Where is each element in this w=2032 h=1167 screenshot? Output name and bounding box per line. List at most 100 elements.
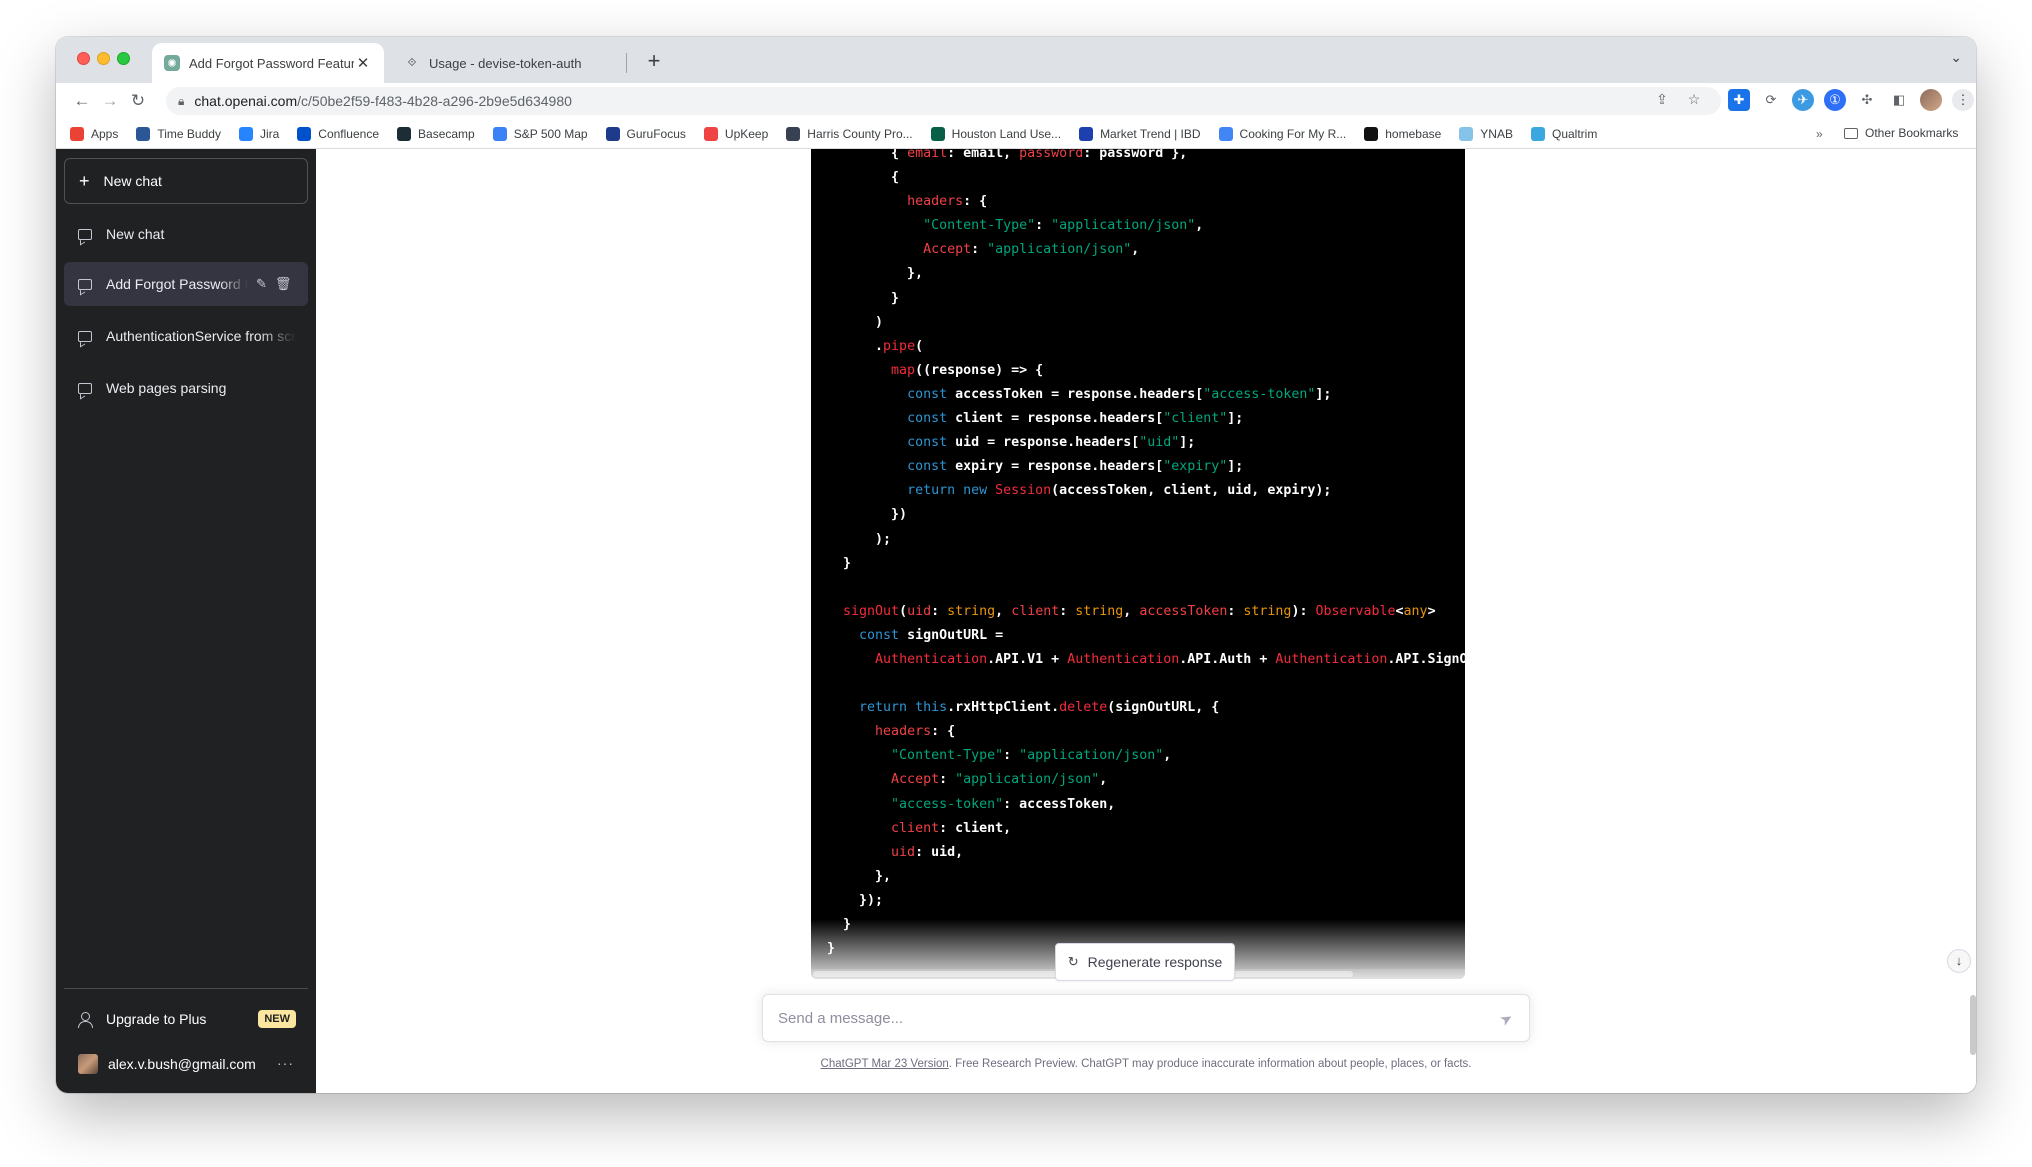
- code-token: "application/json": [955, 772, 1100, 788]
- code-token: expiry = response.headers[: [947, 459, 1164, 475]
- bookmark-item[interactable]: Jira: [238, 126, 279, 141]
- bookmark-item[interactable]: UpKeep: [703, 126, 769, 141]
- code-line: return this.rxHttpClient.delete(signOutU…: [827, 696, 1465, 720]
- tab-chatgpt[interactable]: ✺ Add Forgot Password Feature & ... ✕: [152, 43, 384, 83]
- code-block: { email: email, password: password }, { …: [811, 149, 1465, 979]
- bookmark-star-icon[interactable]: ☆: [1686, 91, 1702, 108]
- bookmarks-bar: Apps Time Buddy Jira Confluence Basecamp S&P …: [56, 119, 1976, 149]
- conversation-item-authentication-service[interactable]: AuthenticationService from scratch: [64, 314, 308, 358]
- code-token: :: [1059, 603, 1076, 619]
- code-token: (signOutURL, {: [1107, 700, 1220, 716]
- new-badge: NEW: [258, 1010, 296, 1028]
- code-token: (: [915, 338, 924, 354]
- bookmark-item[interactable]: Market Trend | IBD: [1079, 126, 1201, 141]
- code-content: { email: email, password: password }, { …: [827, 149, 1465, 961]
- back-arrow-icon[interactable]: ←: [70, 89, 94, 113]
- disclaimer-text: . Free Research Preview. ChatGPT may pro…: [948, 1058, 1472, 1070]
- page-scrollbar[interactable]: [1970, 995, 1976, 1055]
- tab-search-icon[interactable]: ⌄: [1950, 49, 1962, 66]
- code-line: Accept: "application/json",: [827, 768, 1465, 792]
- user-account-button[interactable]: alex.v.bush@gmail.com ···: [64, 1042, 308, 1086]
- code-token: const: [907, 435, 948, 451]
- code-token: ];: [1179, 435, 1196, 451]
- code-token: ,: [1123, 603, 1140, 619]
- code-token: {: [827, 149, 908, 161]
- ynab-icon: [1459, 126, 1474, 141]
- trash-icon[interactable]: 🗑︎: [275, 276, 292, 292]
- share-icon[interactable]: ⇪: [1654, 91, 1670, 108]
- zoom-window-button[interactable]: [117, 52, 130, 65]
- tab-devise[interactable]: ⟐ Usage - devise-token-auth: [392, 43, 622, 83]
- bookmark-item[interactable]: YNAB: [1459, 126, 1513, 141]
- extension-password-icon[interactable]: ①: [1824, 89, 1846, 111]
- forward-arrow-icon[interactable]: →: [98, 89, 122, 113]
- bookmark-item[interactable]: homebase: [1364, 126, 1441, 141]
- upgrade-label: Upgrade to Plus: [106, 1011, 207, 1027]
- code-token: : client,: [939, 820, 1012, 836]
- basecamp-icon: [397, 126, 412, 141]
- conversation-item-forgot-password[interactable]: Add Forgot Password Feature & ... ✎ 🗑︎: [64, 262, 308, 306]
- upgrade-to-plus-button[interactable]: Upgrade to Plus NEW: [64, 997, 308, 1041]
- browser-menu-icon[interactable]: ⋮: [1952, 89, 1974, 111]
- bookmark-item[interactable]: Confluence: [297, 126, 379, 141]
- bookmark-label: Market Trend | IBD: [1100, 126, 1201, 141]
- code-line: const expiry = response.headers["expiry"…: [827, 455, 1465, 479]
- message-input[interactable]: Send a message... ➤: [762, 994, 1530, 1042]
- more-options-icon[interactable]: ···: [277, 1055, 294, 1071]
- close-tab-icon[interactable]: ✕: [354, 54, 372, 72]
- code-token: const: [907, 386, 948, 402]
- url-host: chat.openai.com: [194, 93, 298, 109]
- browser-window: ✺ Add Forgot Password Feature & ... ✕ ⟐ …: [56, 37, 1976, 1093]
- bookmark-item[interactable]: Houston Land Use...: [930, 126, 1062, 141]
- extension-sync-icon[interactable]: ⟳: [1760, 89, 1782, 111]
- lock-icon: 🔒︎: [178, 93, 185, 108]
- send-icon[interactable]: ➤: [1497, 1008, 1516, 1030]
- extension-plus-icon[interactable]: ✚: [1728, 89, 1750, 111]
- extension-bird-icon[interactable]: ✈: [1792, 89, 1814, 111]
- new-chat-button[interactable]: + New chat: [64, 158, 308, 204]
- bookmark-item[interactable]: Cooking For My R...: [1218, 126, 1346, 141]
- reload-icon[interactable]: ↻: [126, 89, 150, 113]
- conversation-item-web-pages[interactable]: Web pages parsing: [64, 366, 308, 410]
- bookmark-item[interactable]: Qualtrim: [1530, 126, 1597, 141]
- bookmark-item[interactable]: S&P 500 Map: [492, 126, 588, 141]
- code-line: },: [827, 262, 1465, 286]
- bookmark-item[interactable]: Time Buddy: [136, 126, 221, 141]
- scroll-to-bottom-button[interactable]: ↓: [1947, 949, 1971, 973]
- version-link[interactable]: ChatGPT Mar 23 Version: [821, 1058, 949, 1070]
- code-line: },: [827, 865, 1465, 889]
- bookmark-item[interactable]: Harris County Pro...: [786, 126, 913, 141]
- url-path: /c/50be2f59-f483-4b28-a296-2b9e5d634980: [297, 93, 572, 109]
- bookmark-item[interactable]: Basecamp: [397, 126, 475, 141]
- bookmark-item[interactable]: GuruFocus: [605, 126, 686, 141]
- bookmark-label: UpKeep: [724, 126, 769, 141]
- bookmark-label: Houston Land Use...: [951, 126, 1062, 141]
- browser-toolbar: ← → ↻ 🔒︎ chat.openai.com/c/50be2f59-f483…: [56, 83, 1976, 119]
- tab-title: Usage - devise-token-auth: [429, 55, 582, 71]
- code-token: Authentication: [875, 651, 988, 667]
- side-panel-icon[interactable]: ◧: [1888, 89, 1910, 111]
- address-bar[interactable]: 🔒︎ chat.openai.com/c/50be2f59-f483-4b28-…: [166, 87, 1721, 115]
- code-token: accessToken: [1139, 603, 1228, 619]
- conversation-item-new-chat[interactable]: New chat: [64, 212, 308, 256]
- code-token: const: [907, 459, 948, 475]
- chat-bubble-icon: [78, 382, 92, 394]
- close-window-button[interactable]: [77, 52, 90, 65]
- extensions-puzzle-icon[interactable]: ✣: [1856, 89, 1878, 111]
- new-tab-button[interactable]: +: [640, 47, 668, 75]
- code-token: : password },: [1083, 149, 1188, 161]
- profile-avatar[interactable]: [1920, 89, 1942, 111]
- regenerate-response-button[interactable]: ↻ Regenerate response: [1055, 943, 1235, 981]
- code-token: .API.Auth +: [1179, 651, 1276, 667]
- chat-bubble-icon: [78, 330, 92, 342]
- sidebar-divider: [64, 988, 308, 989]
- code-token: },: [827, 868, 892, 884]
- minimize-window-button[interactable]: [97, 52, 110, 65]
- code-token: ((response) => {: [915, 362, 1044, 378]
- code-token: :: [1003, 748, 1020, 764]
- bookmark-item[interactable]: Apps: [70, 126, 118, 141]
- edit-pencil-icon[interactable]: ✎: [256, 276, 267, 292]
- code-token: "Content-Type": [923, 218, 1036, 234]
- code-token: "access-token": [891, 796, 1004, 812]
- code-token: <: [1395, 603, 1404, 619]
